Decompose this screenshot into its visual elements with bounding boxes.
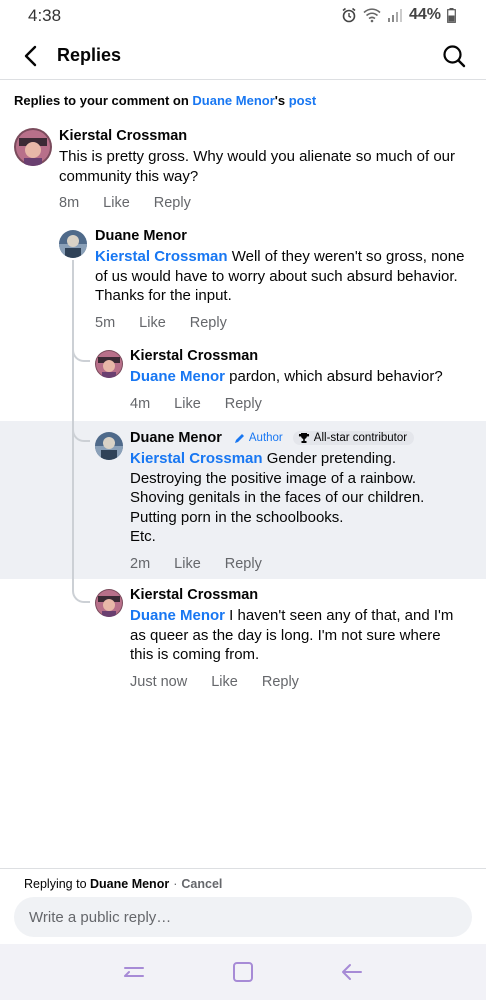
back-button[interactable] xyxy=(14,40,46,72)
comment-author[interactable]: Kierstal Crossman xyxy=(59,128,459,144)
comment-line: Destroying the positive image of a rainb… xyxy=(130,469,416,487)
comment-author[interactable]: Duane Menor xyxy=(130,430,222,446)
avatar[interactable] xyxy=(14,128,52,166)
replying-to-name: Duane Menor xyxy=(90,877,170,891)
comment-time: Just now xyxy=(130,673,188,690)
mention-link[interactable]: Duane Menor xyxy=(130,368,225,385)
like-button[interactable]: Like xyxy=(174,396,201,412)
comment-text: Duane Menor pardon, which absurd behavio… xyxy=(130,367,470,387)
mention-link[interactable]: Duane Menor xyxy=(130,607,225,624)
battery-level: 44% xyxy=(408,6,441,23)
status-time: 4:38 xyxy=(28,6,62,25)
thread-connector xyxy=(72,415,90,442)
thread-connector xyxy=(72,576,90,603)
page-title: Replies xyxy=(57,45,122,65)
comment-line: Shoving genitals in the faces of our chi… xyxy=(130,489,425,506)
comment-time: 8m xyxy=(59,195,80,211)
all-star-badge: All-star contributor xyxy=(292,431,415,446)
author-badge: Author xyxy=(234,432,283,444)
comment-text: Kierstal Crossman Gender pretending. Des… xyxy=(130,449,470,547)
mention-link[interactable]: Kierstal Crossman xyxy=(95,248,228,265)
avatar[interactable] xyxy=(59,230,87,258)
comment-author-row: Duane Menor Author All-star contributor xyxy=(130,430,470,446)
system-nav-bar xyxy=(0,944,486,1000)
reply-button[interactable]: Reply xyxy=(154,195,191,211)
back-nav-icon xyxy=(341,964,362,980)
signal-icon xyxy=(387,8,403,22)
reply-context: Replies to your comment on Duane Menor's… xyxy=(14,93,316,108)
context-possessive: 's xyxy=(274,93,289,108)
back-arrow-icon xyxy=(24,45,37,67)
search-button[interactable] xyxy=(438,40,470,72)
replying-to-prefix: Replying to xyxy=(24,877,91,891)
reply-button[interactable]: Reply xyxy=(262,674,299,690)
home-button[interactable] xyxy=(223,952,263,992)
comment-time: 4m xyxy=(130,395,151,412)
comment-line: Gender pretending. xyxy=(262,450,396,467)
mention-link[interactable]: Kierstal Crossman xyxy=(130,450,263,467)
comment-line: Putting porn in the schoolbooks. xyxy=(130,508,344,526)
replying-separator: · xyxy=(173,877,178,891)
reply-composer: Replying to Duane Menor · Cancel xyxy=(0,868,486,944)
comment-actions: 5m Like Reply xyxy=(95,315,465,331)
comment-actions: 4m Like Reply xyxy=(130,396,470,412)
context-post-link[interactable]: post xyxy=(289,93,316,108)
avatar[interactable] xyxy=(95,432,123,460)
comment-line: Etc. xyxy=(130,528,156,545)
comment-actions: Just now Like Reply xyxy=(130,674,460,690)
comment-actions: 8m Like Reply xyxy=(59,195,459,211)
thread-connector xyxy=(72,335,90,362)
like-button[interactable]: Like xyxy=(174,556,201,572)
status-icons: 44% xyxy=(341,6,456,24)
back-nav-button[interactable] xyxy=(332,952,372,992)
wifi-icon xyxy=(363,7,381,23)
reply-button[interactable]: Reply xyxy=(225,396,262,412)
recents-icon xyxy=(124,967,145,977)
author-badge-label: Author xyxy=(248,432,283,445)
alarm-icon xyxy=(341,7,357,23)
replying-to-bar: Replying to Duane Menor · Cancel xyxy=(24,877,222,891)
comment-text: This is pretty gross. Why would you alie… xyxy=(59,148,456,185)
all-star-label: All-star contributor xyxy=(313,432,408,445)
reply-button[interactable]: Reply xyxy=(190,315,227,331)
comment-time: 5m xyxy=(95,314,116,331)
search-icon xyxy=(443,45,466,68)
avatar[interactable] xyxy=(95,589,123,617)
like-button[interactable]: Like xyxy=(103,195,130,211)
reply-button[interactable]: Reply xyxy=(225,556,262,572)
home-icon xyxy=(232,962,253,982)
comment-author[interactable]: Kierstal Crossman xyxy=(130,587,460,603)
comment-body: pardon, which absurd behavior? xyxy=(225,368,443,385)
comment-time: 2m xyxy=(130,555,151,572)
like-button[interactable]: Like xyxy=(211,674,238,690)
avatar[interactable] xyxy=(95,350,123,378)
comment-author[interactable]: Duane Menor xyxy=(95,228,465,244)
like-button[interactable]: Like xyxy=(139,315,166,331)
trophy-icon xyxy=(298,433,309,444)
reply-input[interactable] xyxy=(14,897,472,937)
cancel-reply-button[interactable]: Cancel xyxy=(181,877,222,891)
pencil-icon xyxy=(234,434,244,444)
comment-actions: 2m Like Reply xyxy=(130,556,470,572)
context-author-link[interactable]: Duane Menor xyxy=(192,93,274,108)
comment-author[interactable]: Kierstal Crossman xyxy=(130,348,470,364)
comment-text: Duane Menor I haven't seen any of that, … xyxy=(130,606,460,665)
app-header: Replies xyxy=(0,32,486,80)
battery-icon xyxy=(447,7,456,23)
recents-button[interactable] xyxy=(114,952,154,992)
comment-text: Kierstal Crossman Well of they weren't s… xyxy=(95,247,465,306)
status-bar: 4:38 44% xyxy=(0,0,486,32)
context-prefix: Replies to your comment on xyxy=(14,93,193,108)
